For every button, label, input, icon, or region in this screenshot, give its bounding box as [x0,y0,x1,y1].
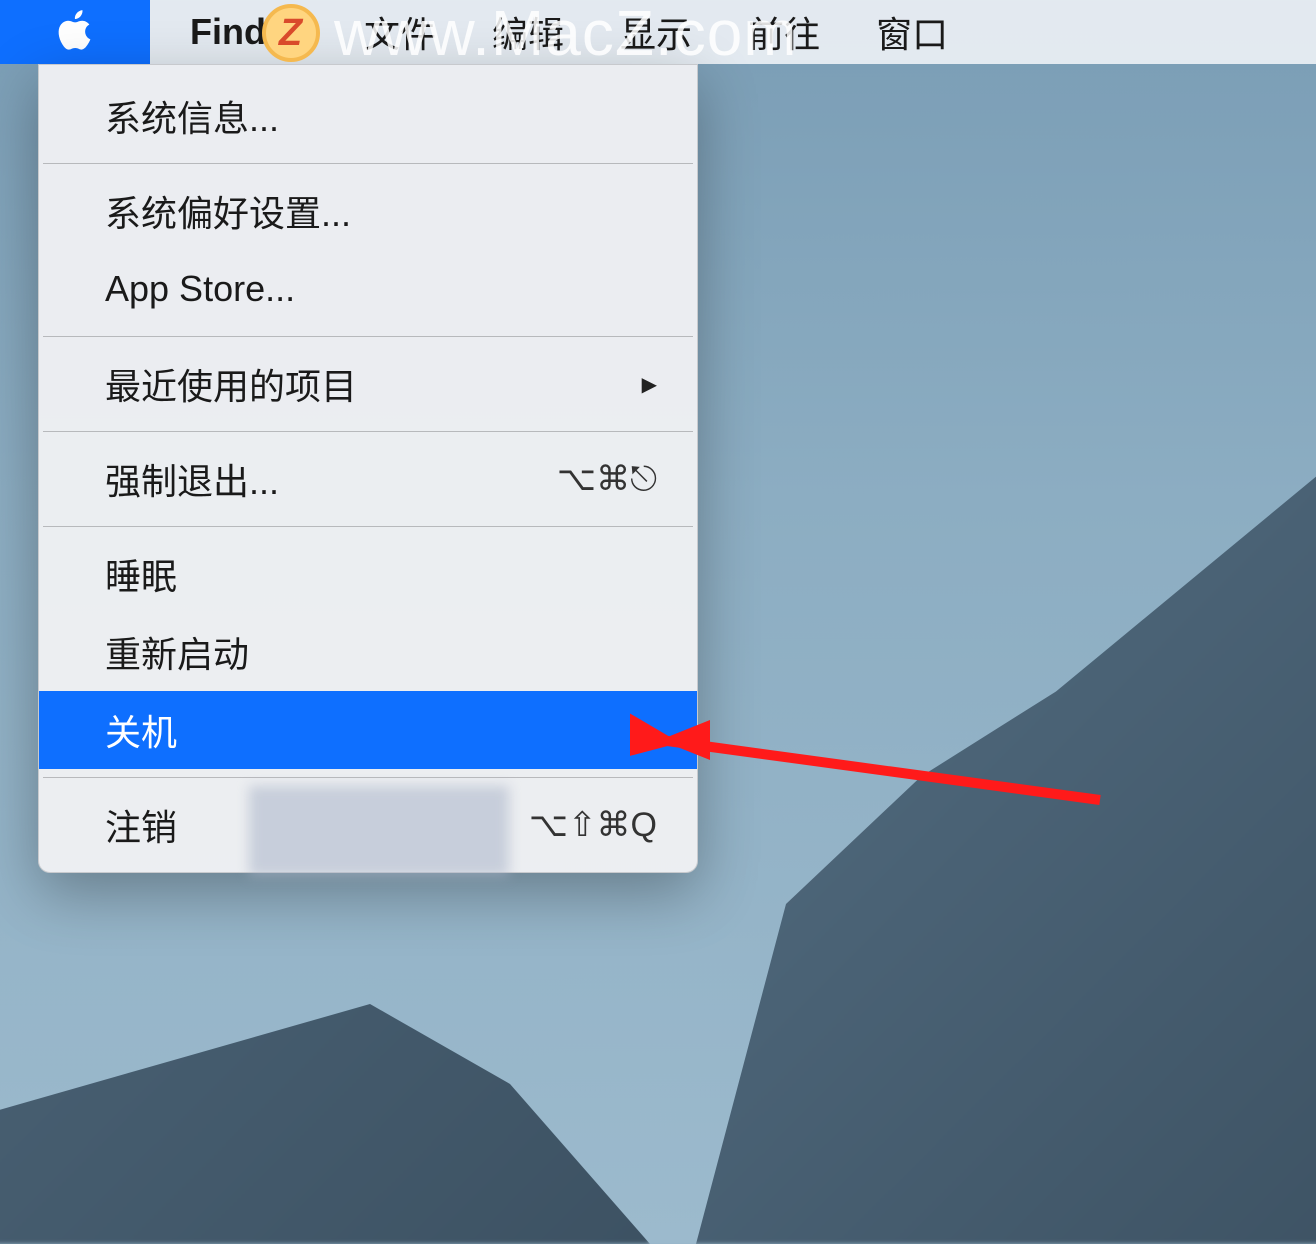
menu-item-restart[interactable]: 重新启动 [39,613,697,691]
menu-item-recent-items[interactable]: 最近使用的项目 ▶ [39,345,697,423]
menu-separator [43,336,693,337]
menu-item-label: 最近使用的项目 [105,358,357,410]
menubar-item-edit[interactable]: 编辑 [464,0,592,64]
menu-item-label: App Store... [105,268,295,310]
menubar-app-name[interactable]: Finder [150,0,336,64]
submenu-arrow-icon: ▶ [642,372,657,397]
menu-item-label: 重新启动 [105,626,249,678]
apple-menu-button[interactable] [0,0,150,64]
menu-item-logout[interactable]: 注销 ⌥⇧⌘Q [39,786,697,864]
menu-item-label: 系统偏好设置... [105,185,351,237]
menu-separator [43,777,693,778]
redacted-username [249,786,509,876]
menubar-item-file[interactable]: 文件 [336,0,464,64]
menu-item-force-quit[interactable]: 强制退出... ⌥⌘⎋ [39,440,697,518]
menu-item-label: 注销 [105,799,177,851]
menubar: Finder 文件 编辑 显示 前往 窗口 [0,0,1316,64]
menubar-item-go[interactable]: 前往 [720,0,848,64]
apple-menu-dropdown: 系统信息... 系统偏好设置... App Store... 最近使用的项目 ▶… [38,64,698,873]
menu-item-app-store[interactable]: App Store... [39,250,697,328]
menu-separator [43,163,693,164]
annotation-arrow-icon [630,690,1110,810]
menu-item-shortcut: ⌥⇧⌘Q [529,805,657,845]
menubar-item-window[interactable]: 窗口 [848,0,976,64]
menubar-item-view[interactable]: 显示 [592,0,720,64]
menu-item-sleep[interactable]: 睡眠 [39,535,697,613]
apple-logo-icon [55,4,95,61]
menu-separator [43,431,693,432]
menu-item-label: 关机 [105,704,177,756]
menu-item-system-info[interactable]: 系统信息... [39,77,697,155]
menu-item-shutdown[interactable]: 关机 [39,691,697,769]
menu-separator [43,526,693,527]
menu-item-label: 强制退出... [105,453,279,505]
menu-item-label: 系统信息... [105,90,279,142]
menu-item-shortcut: ⌥⌘⎋ [557,459,657,499]
menu-item-system-preferences[interactable]: 系统偏好设置... [39,172,697,250]
menu-item-label: 睡眠 [105,548,177,600]
